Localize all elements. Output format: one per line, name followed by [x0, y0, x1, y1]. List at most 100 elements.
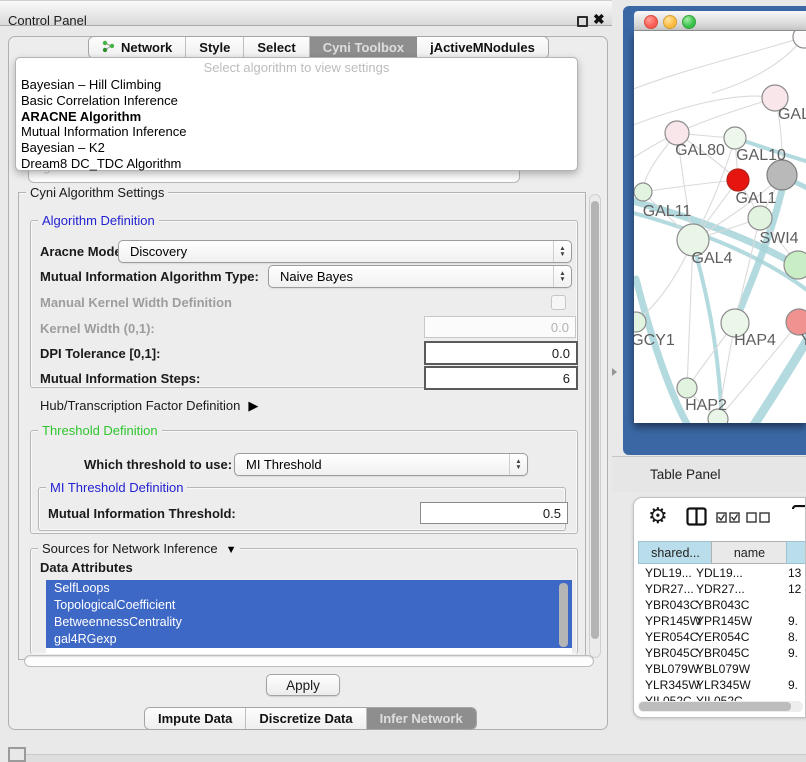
dropdown-item[interactable]: Basic Correlation Inference — [16, 93, 577, 109]
network-window-titlebar[interactable] — [634, 11, 806, 31]
table-cell[interactable]: YBR043C — [696, 598, 749, 612]
column-header-partial[interactable] — [786, 541, 806, 564]
table-cell[interactable]: YBR043C — [645, 598, 698, 612]
list-scrollbar-thumb[interactable] — [559, 583, 568, 647]
dpi-tolerance-field[interactable]: 0.0 — [424, 341, 578, 365]
mi-steps-label: Mutual Information Steps: — [40, 371, 200, 386]
split-columns-icon[interactable] — [686, 507, 707, 529]
data-attributes-list[interactable]: SelfLoopsTopologicalCoefficientBetweenne… — [46, 580, 572, 654]
manual-kernel-checkbox[interactable] — [551, 295, 566, 310]
node-label: HAP4 — [734, 332, 776, 349]
algorithm-dropdown-list[interactable]: Select algorithm to view settings Bayesi… — [15, 57, 578, 171]
network-canvas[interactable]: GALGAL80GAL10GAL1GAL11GAL4SWI4GCY1HAP4YH… — [634, 31, 806, 423]
aracne-mode-combobox[interactable]: Discovery ▲▼ — [118, 240, 572, 263]
table-cell[interactable]: YPR145W — [645, 614, 701, 628]
table-cell[interactable]: YLR345W — [696, 678, 751, 692]
dropdown-prompt: Select algorithm to view settings — [16, 58, 577, 77]
tab-network-label: Network — [121, 40, 172, 55]
table-cell[interactable]: YDR27... — [696, 582, 745, 596]
mi-type-combobox[interactable]: Naive Bayes ▲▼ — [268, 265, 572, 288]
node-gal10[interactable] — [724, 127, 746, 149]
node-gal1[interactable] — [748, 206, 772, 230]
table-cell[interactable]: 8. — [788, 630, 798, 644]
tab-network[interactable]: Network — [89, 37, 186, 58]
node-gray[interactable] — [767, 160, 797, 190]
node-red[interactable] — [727, 169, 749, 191]
table-cell[interactable]: YLR345W — [645, 678, 700, 692]
node-swi4[interactable] — [784, 251, 806, 279]
list-item[interactable]: TopologicalCoefficient — [46, 597, 572, 614]
table-horizontal-scrollbar[interactable] — [638, 701, 803, 712]
document-icon[interactable] — [791, 505, 806, 530]
node-hap2[interactable] — [677, 378, 697, 398]
zoom-traffic-light-icon[interactable] — [682, 15, 696, 29]
dropdown-item[interactable]: Bayesian – Hill Climbing — [16, 77, 577, 93]
tab-select[interactable]: Select — [244, 37, 309, 58]
tab-impute-data[interactable]: Impute Data — [145, 708, 246, 729]
column-header-name[interactable]: name — [711, 541, 788, 564]
close-icon[interactable]: ✖ — [593, 11, 605, 28]
settings-vertical-scrollbar[interactable] — [589, 194, 601, 658]
dropdown-item[interactable]: Bayesian – K2 — [16, 140, 577, 156]
apply-button[interactable]: Apply — [266, 674, 340, 696]
tab-infer-network[interactable]: Infer Network — [367, 708, 476, 729]
scrollbar-thumb[interactable] — [591, 201, 599, 639]
dropdown-item[interactable]: Dream8 DC_TDC Algorithm — [16, 156, 577, 172]
list-item[interactable]: SelfLoops — [46, 580, 572, 597]
list-item[interactable]: BetweennessCentrality — [46, 614, 572, 631]
table-cell[interactable]: YDL19... — [696, 566, 743, 580]
table-panel-title: Table Panel — [650, 467, 721, 482]
table-cell[interactable]: 9. — [788, 678, 798, 692]
kernel-width-field[interactable]: 0.0 — [424, 316, 576, 338]
dropdown-item[interactable]: Mutual Information Inference — [16, 124, 577, 140]
table-cell[interactable]: YDL19... — [645, 566, 692, 580]
gear-icon[interactable]: ⚙ — [648, 503, 668, 529]
pane-splitter-handle[interactable] — [612, 368, 617, 376]
list-item[interactable]: gal4RGexp — [46, 631, 572, 648]
tab-style[interactable]: Style — [186, 37, 244, 58]
table-cell[interactable]: YBR045C — [645, 646, 698, 660]
table-cell[interactable]: 13 — [788, 566, 801, 580]
tab-cyni-toolbox[interactable]: Cyni Toolbox — [310, 37, 417, 58]
mi-threshold-field[interactable]: 0.5 — [420, 502, 568, 524]
table-panel: ⚙ shared... name YDL19... YDL19... 13 YDR27… — [633, 497, 806, 718]
dropdown-item[interactable]: ARACNE Algorithm — [16, 109, 577, 125]
minimized-panel-icon[interactable] — [8, 747, 26, 762]
table-cell[interactable]: YPR145W — [696, 614, 752, 628]
node-label: GAL — [778, 106, 806, 123]
combo-stepper-icon: ▲▼ — [553, 266, 571, 287]
table-cell[interactable]: YBR045C — [696, 646, 749, 660]
table-cell[interactable]: 12 — [788, 582, 801, 596]
hub-definition-toggle[interactable]: Hub/Transcription Factor Definition▶ — [40, 398, 258, 414]
data-attributes-label: Data Attributes — [40, 560, 133, 575]
expand-right-icon[interactable]: ▶ — [248, 398, 258, 414]
node-label: GAL10 — [736, 147, 786, 164]
sources-group-title[interactable]: Sources for Network Inference▼ — [38, 541, 240, 556]
node-gal11[interactable] — [634, 183, 652, 201]
scrollbar-thumb[interactable] — [639, 702, 791, 711]
minimize-traffic-light-icon[interactable] — [663, 15, 677, 29]
list-items: SelfLoopsTopologicalCoefficientBetweenne… — [46, 580, 572, 648]
tab-jactivemnodules[interactable]: jActiveMNodules — [417, 37, 548, 58]
collapse-down-icon[interactable]: ▼ — [226, 544, 237, 556]
unchecked-checkboxes-icon[interactable] — [746, 511, 770, 526]
table-cell[interactable]: 9. — [788, 614, 798, 628]
settings-horizontal-scrollbar[interactable] — [24, 655, 594, 667]
table-cell[interactable]: 9. — [788, 646, 798, 660]
threshold-definition-title: Threshold Definition — [38, 423, 162, 438]
table-cell[interactable]: YER054C — [645, 630, 698, 644]
table-cell[interactable]: YER054C — [696, 630, 749, 644]
table-cell[interactable]: YDR27... — [645, 582, 694, 596]
which-threshold-combobox[interactable]: MI Threshold ▲▼ — [234, 453, 528, 476]
close-traffic-light-icon[interactable] — [644, 15, 658, 29]
float-window-icon[interactable] — [577, 16, 588, 27]
node-top-partial[interactable] — [793, 31, 806, 48]
node-label: GCY1 — [634, 332, 675, 349]
checked-checkboxes-icon[interactable] — [716, 511, 740, 526]
column-header-shared[interactable]: shared... — [638, 541, 713, 564]
control-panel-titlebar[interactable]: Control Panel ✖ — [0, 0, 612, 26]
tab-discretize-data[interactable]: Discretize Data — [246, 708, 366, 729]
table-cell[interactable]: YBL079W — [696, 662, 750, 676]
mi-steps-field[interactable]: 6 — [424, 366, 578, 390]
table-cell[interactable]: YBL079W — [645, 662, 699, 676]
